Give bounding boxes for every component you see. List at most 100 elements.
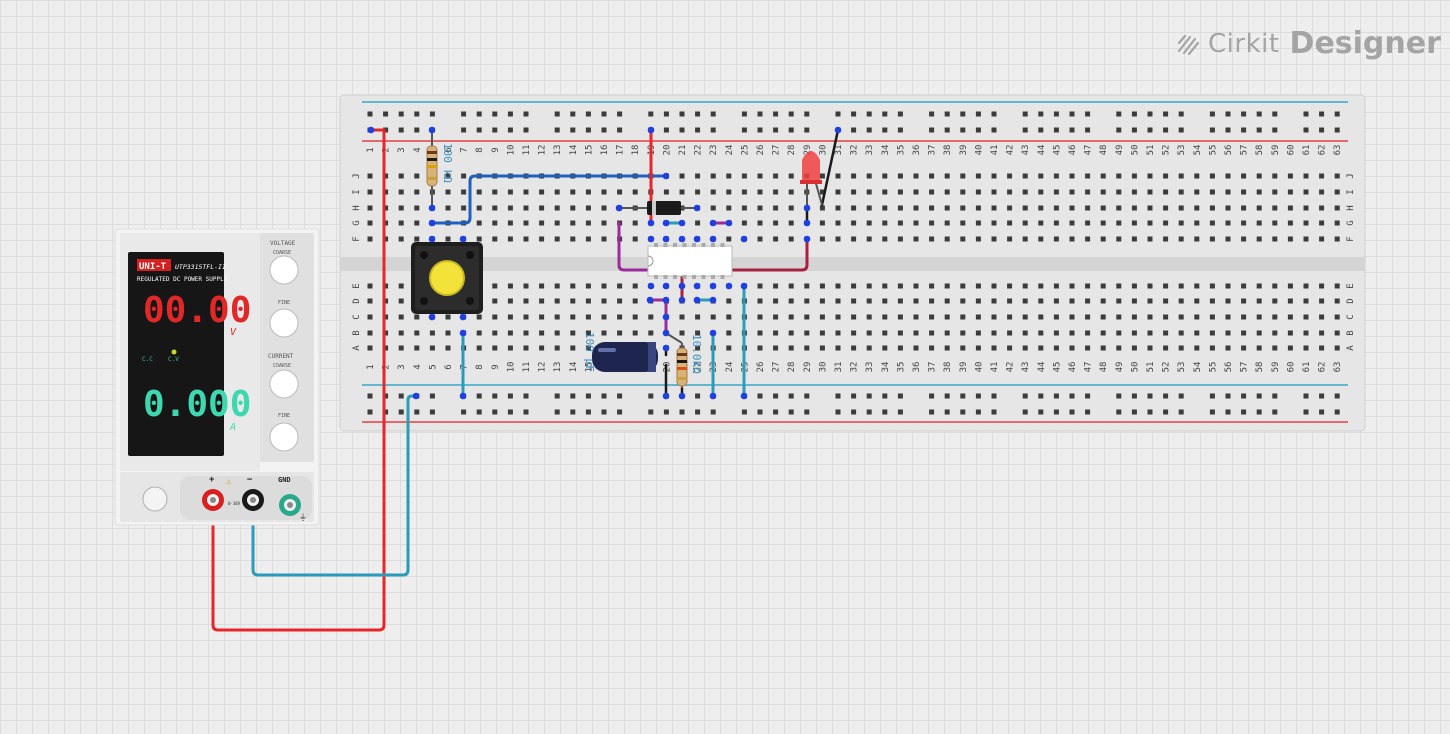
breadboard-hole[interactable] [1303, 220, 1309, 226]
rail-hole[interactable] [757, 393, 763, 399]
breadboard-hole[interactable] [1085, 314, 1091, 320]
rail-hole[interactable] [944, 409, 950, 415]
rail-hole[interactable] [398, 111, 404, 117]
breadboard-hole[interactable] [367, 314, 373, 320]
breadboard-hole[interactable] [975, 236, 981, 242]
rail-hole[interactable] [1147, 393, 1153, 399]
breadboard-hole[interactable] [585, 205, 591, 211]
rail-hole[interactable] [476, 393, 482, 399]
breadboard-hole[interactable] [1225, 236, 1231, 242]
rail-hole[interactable] [882, 409, 888, 415]
rail-hole[interactable] [1334, 111, 1340, 117]
breadboard-hole[interactable] [882, 236, 888, 242]
rail-hole[interactable] [1069, 127, 1075, 133]
breadboard-hole[interactable] [1131, 314, 1137, 320]
breadboard-hole[interactable] [1053, 220, 1059, 226]
current-fine-knob[interactable] [269, 422, 299, 452]
rail-hole[interactable] [1334, 393, 1340, 399]
breadboard-hole[interactable] [710, 189, 716, 195]
rail-hole[interactable] [1038, 111, 1044, 117]
breadboard-hole[interactable] [773, 283, 779, 289]
rail-hole[interactable] [679, 127, 685, 133]
rail-hole[interactable] [695, 127, 701, 133]
breadboard-hole[interactable] [695, 189, 701, 195]
breadboard-hole[interactable] [523, 330, 529, 336]
breadboard-hole[interactable] [1131, 298, 1137, 304]
rail-hole[interactable] [570, 409, 576, 415]
rail-hole[interactable] [1163, 393, 1169, 399]
rail-hole[interactable] [929, 127, 935, 133]
breadboard-hole[interactable] [913, 220, 919, 226]
breadboard-hole[interactable] [1319, 298, 1325, 304]
breadboard-hole[interactable] [414, 220, 420, 226]
breadboard-hole[interactable] [492, 236, 498, 242]
breadboard-hole[interactable] [492, 220, 498, 226]
breadboard-hole[interactable] [1178, 189, 1184, 195]
rail-hole[interactable] [960, 393, 966, 399]
breadboard-hole[interactable] [835, 298, 841, 304]
breadboard-hole[interactable] [554, 189, 560, 195]
breadboard-hole[interactable] [1287, 314, 1293, 320]
breadboard-hole[interactable] [1209, 298, 1215, 304]
breadboard-hole[interactable] [1256, 236, 1262, 242]
breadboard-hole[interactable] [1053, 189, 1059, 195]
rail-hole[interactable] [897, 409, 903, 415]
breadboard-hole[interactable] [929, 330, 935, 336]
breadboard-hole[interactable] [1319, 189, 1325, 195]
breadboard-hole[interactable] [367, 205, 373, 211]
breadboard-hole[interactable] [1334, 330, 1340, 336]
breadboard-hole[interactable] [1022, 173, 1028, 179]
breadboard-hole[interactable] [523, 283, 529, 289]
breadboard-hole[interactable] [773, 220, 779, 226]
breadboard-hole[interactable] [1131, 205, 1137, 211]
breadboard-hole[interactable] [1256, 189, 1262, 195]
rail-hole[interactable] [1131, 393, 1137, 399]
rail-hole[interactable] [554, 393, 560, 399]
breadboard-hole[interactable] [1069, 205, 1075, 211]
breadboard-hole[interactable] [1085, 236, 1091, 242]
rail-hole[interactable] [617, 393, 623, 399]
rail-hole[interactable] [773, 409, 779, 415]
rail-hole[interactable] [414, 409, 420, 415]
breadboard-hole[interactable] [866, 173, 872, 179]
breadboard-hole[interactable] [913, 345, 919, 351]
breadboard-hole[interactable] [929, 173, 935, 179]
breadboard-hole[interactable] [679, 314, 685, 320]
breadboard-hole[interactable] [1225, 330, 1231, 336]
breadboard-hole[interactable] [1147, 283, 1153, 289]
breadboard-hole[interactable] [1100, 236, 1106, 242]
rail-hole[interactable] [1303, 127, 1309, 133]
breadboard-hole[interactable] [445, 314, 451, 320]
breadboard-hole[interactable] [445, 189, 451, 195]
rail-hole[interactable] [1225, 393, 1231, 399]
breadboard-hole[interactable] [1194, 220, 1200, 226]
breadboard-hole[interactable] [1303, 345, 1309, 351]
breadboard-hole[interactable] [819, 330, 825, 336]
breadboard-hole[interactable] [1085, 189, 1091, 195]
breadboard-hole[interactable] [1209, 330, 1215, 336]
breadboard-hole[interactable] [773, 205, 779, 211]
rail-hole[interactable] [1163, 111, 1169, 117]
breadboard-hole[interactable] [991, 236, 997, 242]
breadboard-hole[interactable] [866, 314, 872, 320]
breadboard-hole[interactable] [1022, 189, 1028, 195]
breadboard-hole[interactable] [851, 330, 857, 336]
breadboard-hole[interactable] [835, 345, 841, 351]
breadboard-hole[interactable] [1022, 220, 1028, 226]
rail-hole[interactable] [1225, 127, 1231, 133]
breadboard-hole[interactable] [991, 173, 997, 179]
breadboard-hole[interactable] [819, 298, 825, 304]
rail-hole[interactable] [1022, 127, 1028, 133]
rail-hole[interactable] [757, 409, 763, 415]
breadboard-hole[interactable] [1334, 173, 1340, 179]
breadboard-hole[interactable] [414, 345, 420, 351]
rail-hole[interactable] [617, 409, 623, 415]
breadboard-hole[interactable] [1022, 205, 1028, 211]
rail-hole[interactable] [585, 393, 591, 399]
rail-hole[interactable] [1241, 111, 1247, 117]
breadboard-hole[interactable] [601, 298, 607, 304]
breadboard-hole[interactable] [1131, 189, 1137, 195]
rail-hole[interactable] [710, 111, 716, 117]
breadboard-hole[interactable] [601, 220, 607, 226]
breadboard-hole[interactable] [1131, 236, 1137, 242]
